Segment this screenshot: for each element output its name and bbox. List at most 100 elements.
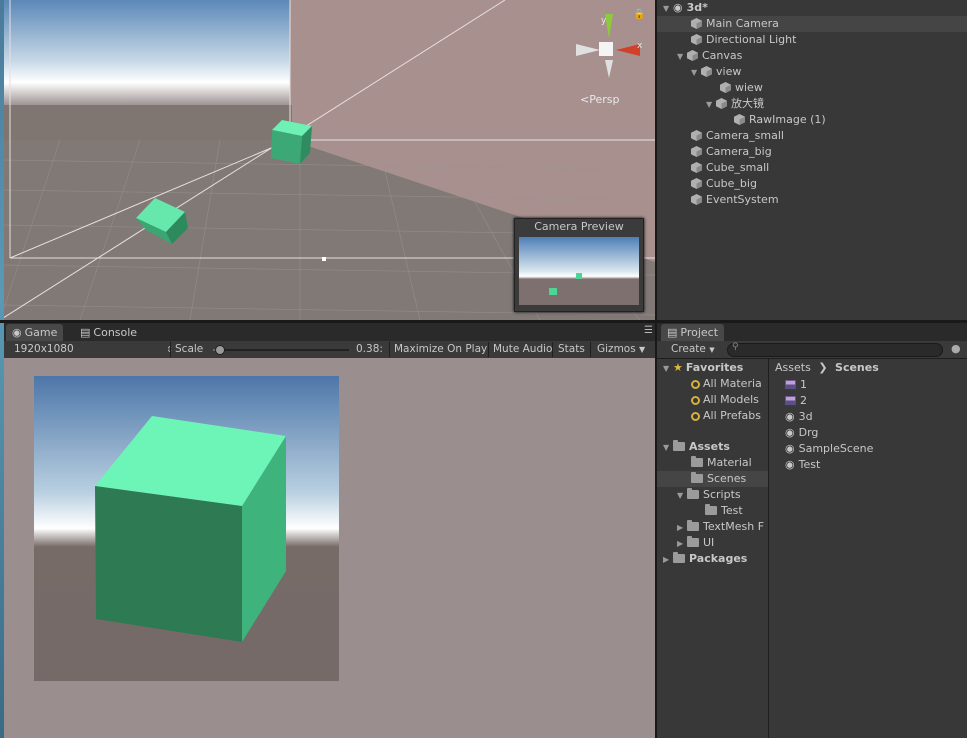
gameobject-icon: [691, 178, 702, 189]
chevron-down-icon: ▼: [709, 346, 715, 354]
hierarchy-scene-row[interactable]: ▼ ◉ 3d*: [663, 0, 708, 16]
render-texture-icon: [785, 395, 796, 406]
folder-material[interactable]: Material: [691, 455, 752, 471]
hierarchy-panel[interactable]: ▼ ◉ 3d* Main Camera Directional Light ▼ Can…: [657, 0, 967, 320]
breadcrumb-scenes[interactable]: Scenes: [835, 361, 879, 374]
hierarchy-item-magnifier[interactable]: ▼ 放大镜: [706, 96, 764, 112]
project-contents[interactable]: Assets ❯ Scenes 1 2 ◉ 3d ◉ Drg ◉ SampleScen…: [769, 359, 967, 738]
filter-icon[interactable]: ●: [951, 342, 961, 355]
mute-audio-button[interactable]: Mute Audio: [489, 341, 556, 358]
orientation-gizmo[interactable]: y x: [570, 8, 650, 88]
hierarchy-item-cube-big[interactable]: Cube_big: [691, 176, 757, 192]
hierarchy-item-canvas[interactable]: ▼ Canvas: [677, 48, 742, 64]
favorite-all-models[interactable]: All Models: [691, 392, 759, 408]
scale-value: 0.38:: [356, 343, 383, 355]
folder-ui[interactable]: ▶ UI: [677, 535, 714, 551]
unity-scene-icon: ◉: [785, 410, 795, 423]
file-item[interactable]: ◉ Drg: [785, 425, 818, 441]
tab-menu-icon[interactable]: ☰: [644, 325, 653, 336]
tab-project-label: Project: [680, 326, 719, 339]
favorite-all-prefabs[interactable]: All Prefabs: [691, 408, 761, 424]
gizmos-button[interactable]: Gizmos ▼: [593, 341, 649, 358]
search-input[interactable]: ⚲: [727, 342, 943, 357]
item-label: 放大镜: [731, 97, 764, 110]
console-icon: ▤: [80, 326, 91, 339]
tab-game-label: Game: [24, 326, 58, 339]
unity-scene-icon: ◉: [785, 458, 795, 471]
favorite-all-materials[interactable]: All Materia: [691, 376, 762, 392]
tab-console[interactable]: ▤ Console: [74, 324, 143, 341]
tab-game[interactable]: ◉ Game: [6, 324, 64, 341]
favorite-label: All Models: [703, 393, 759, 406]
scene-name: 3d*: [686, 1, 708, 14]
hierarchy-item-camera-small[interactable]: Camera_small: [691, 128, 784, 144]
hierarchy-item-view[interactable]: ▼ view: [691, 64, 741, 80]
favorite-label: All Materia: [703, 377, 762, 390]
file-item[interactable]: ◉ 3d: [785, 409, 813, 425]
folder-scripts[interactable]: ▼ Scripts: [677, 487, 741, 503]
folder-icon: [705, 504, 717, 515]
collapse-arrow-icon[interactable]: ▼: [663, 1, 673, 17]
projection-toggle[interactable]: <Persp: [580, 93, 619, 106]
folder-icon: [687, 488, 699, 499]
packages-header[interactable]: ▶ Packages: [663, 551, 747, 567]
item-label: Canvas: [702, 49, 743, 62]
collapse-arrow-icon[interactable]: ▼: [663, 361, 673, 377]
file-item[interactable]: 2: [785, 393, 807, 409]
lock-icon[interactable]: 🔒: [633, 9, 645, 20]
hierarchy-item-wiew[interactable]: wiew: [720, 80, 763, 96]
file-item[interactable]: ◉ Test: [785, 457, 820, 473]
camera-preview-image: [519, 237, 639, 305]
maximize-on-play-button[interactable]: Maximize On Play: [390, 341, 491, 358]
item-label: Main Camera: [706, 17, 779, 30]
file-label: Drg: [798, 426, 819, 439]
create-label: Create: [671, 343, 706, 355]
stats-button[interactable]: Stats: [554, 341, 589, 358]
scale-slider[interactable]: [213, 345, 349, 355]
unity-scene-icon: ◉: [785, 442, 795, 455]
collapse-arrow-icon[interactable]: ▼: [706, 97, 716, 113]
project-tree[interactable]: ▼ ★ Favorites All Materia All Models All P…: [657, 359, 768, 738]
expand-arrow-icon[interactable]: ▶: [677, 536, 687, 552]
resolution-dropdown[interactable]: 1920x1080⇕: [10, 341, 173, 358]
collapse-arrow-icon[interactable]: ▼: [663, 440, 673, 456]
camera-preview-title: Camera Preview: [534, 220, 624, 233]
breadcrumb-assets[interactable]: Assets: [775, 361, 811, 374]
gameobject-icon: [734, 114, 745, 125]
chevron-down-icon: ▼: [639, 345, 646, 354]
hierarchy-item-camera-big[interactable]: Camera_big: [691, 144, 772, 160]
hierarchy-item-eventsystem[interactable]: EventSystem: [691, 192, 779, 208]
gizmo-y-label: y: [601, 16, 607, 26]
pivot-handle[interactable]: [322, 257, 326, 261]
expand-arrow-icon[interactable]: ▶: [677, 520, 687, 536]
hierarchy-item-main-camera[interactable]: Main Camera: [657, 16, 967, 32]
game-view[interactable]: [4, 358, 655, 738]
tab-console-label: Console: [93, 326, 138, 339]
search-icon: [691, 380, 700, 389]
scene-cube-small[interactable]: [271, 120, 312, 164]
collapse-arrow-icon[interactable]: ▼: [677, 49, 687, 65]
unity-scene-icon: ◉: [673, 1, 683, 14]
collapse-arrow-icon[interactable]: ▼: [677, 488, 687, 504]
scale-slider-thumb[interactable]: [214, 345, 225, 355]
collapse-arrow-icon[interactable]: ▼: [691, 65, 701, 81]
folder-scenes[interactable]: Scenes: [657, 471, 768, 487]
search-icon: [691, 412, 700, 421]
game-render: [34, 376, 339, 681]
favorites-header[interactable]: ▼ ★ Favorites: [663, 360, 743, 376]
scene-view[interactable]: y x 🔒 <Persp Camera Preview: [0, 0, 655, 320]
search-icon: [691, 396, 700, 405]
tab-project[interactable]: ▤ Project: [661, 324, 725, 341]
create-dropdown[interactable]: Create ▼: [667, 341, 719, 358]
file-item[interactable]: 1: [785, 377, 807, 393]
assets-header[interactable]: ▼ Assets: [663, 439, 730, 455]
folder-icon: [691, 456, 703, 467]
file-item[interactable]: ◉ SampleScene: [785, 441, 873, 457]
hierarchy-item-rawimage[interactable]: RawImage (1): [734, 112, 826, 128]
project-toolbar: Create ▼ ⚲ ●: [657, 341, 967, 359]
hierarchy-item-cube-small[interactable]: Cube_small: [691, 160, 769, 176]
expand-arrow-icon[interactable]: ▶: [663, 552, 673, 568]
hierarchy-item-directional-light[interactable]: Directional Light: [691, 32, 796, 48]
folder-textmesh[interactable]: ▶ TextMesh F: [677, 519, 764, 535]
folder-test[interactable]: Test: [705, 503, 743, 519]
